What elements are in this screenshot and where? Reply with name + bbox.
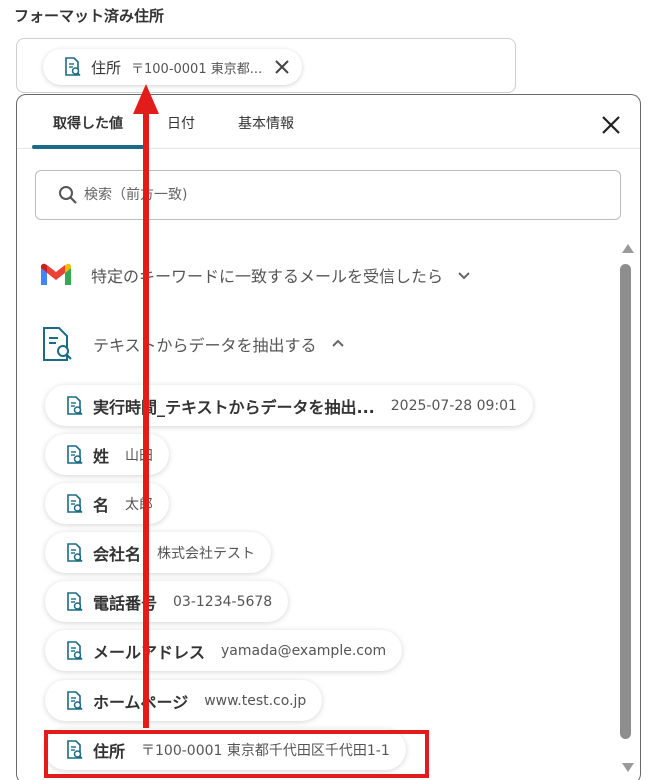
value-picker-panel: 取得した値 日付 基本情報 特定のキーワードに一致するメールを受信したら [16,94,641,780]
value-chip-email-address[interactable]: メールアドレス yamada@example.com [45,630,403,671]
chevron-up-icon[interactable] [331,337,345,351]
close-icon[interactable] [599,113,623,137]
formatted-address-field[interactable]: 住所 〒100-0001 東京都... [16,38,516,93]
document-search-icon [63,395,85,417]
chip-value: 03-1234-5678 [173,593,273,610]
chip-value: 2025-07-28 09:01 [390,397,517,414]
scroll-up-arrow-icon[interactable] [622,244,634,253]
chip-name: 名 [93,495,110,515]
chip-name: 住所 [91,58,122,77]
value-chip-homepage[interactable]: ホームページ www.test.co.jp [45,680,323,721]
chip-name: メールアドレス [93,642,206,662]
chip-name: 姓 [93,446,110,466]
chevron-down-icon[interactable] [457,268,471,282]
chip-name: 電話番号 [93,593,158,613]
source-text-extraction[interactable]: テキストからデータを抽出する [39,325,345,363]
section-label: フォーマット済み住所 [14,7,165,25]
value-chip-company-name[interactable]: 会社名 株式会社テスト [45,532,272,573]
remove-chip-icon[interactable] [274,59,290,75]
scrollbar[interactable] [617,240,634,780]
chip-value: 山田 [125,447,154,464]
document-search-icon [63,591,85,613]
document-search-icon [63,690,85,712]
chip-name: 実行時間_テキストからデータを抽出... [93,397,375,417]
source-gmail-trigger[interactable]: 特定のキーワードに一致するメールを受信したら [39,262,471,288]
chip-value: 株式会社テスト [157,545,256,562]
document-search-icon [61,56,83,78]
chip-value: 太郎 [125,496,154,513]
search-box[interactable] [35,170,621,220]
chip-value: yamada@example.com [221,642,387,659]
value-chip-phone-number[interactable]: 電話番号 03-1234-5678 [45,581,289,622]
value-chip-first-name[interactable]: 名 太郎 [45,483,170,524]
gmail-icon [39,262,73,288]
tab-basic-info[interactable]: 基本情報 [238,113,294,133]
chip-name: 会社名 [93,544,142,564]
search-input[interactable] [84,187,564,203]
document-search-icon [63,493,85,515]
chip-value: 〒100-0001 東京都... [131,61,263,77]
selected-value-chip[interactable]: 住所 〒100-0001 東京都... [43,49,303,85]
document-search-icon [63,542,85,564]
chip-value: www.test.co.jp [204,692,307,709]
source-label: 特定のキーワードに一致するメールを受信したら [91,267,444,286]
search-icon [58,185,78,205]
active-tab-indicator [32,145,144,149]
chip-name: ホームページ [93,692,189,712]
value-chip-last-name[interactable]: 姓 山田 [45,434,170,475]
document-search-icon [39,325,75,363]
tab-bar: 取得した値 日付 基本情報 [17,95,640,149]
document-search-icon [63,444,85,466]
value-chip-execution-time[interactable]: 実行時間_テキストからデータを抽出... 2025-07-28 09:01 [45,385,533,426]
source-label: テキストからデータを抽出する [93,336,317,355]
tab-date[interactable]: 日付 [167,113,195,133]
scrollbar-thumb[interactable] [620,264,631,739]
tab-acquired-values[interactable]: 取得した値 [53,113,123,133]
annotation-highlight-box [44,730,429,778]
scroll-down-arrow-icon[interactable] [622,763,634,772]
document-search-icon [63,640,85,662]
